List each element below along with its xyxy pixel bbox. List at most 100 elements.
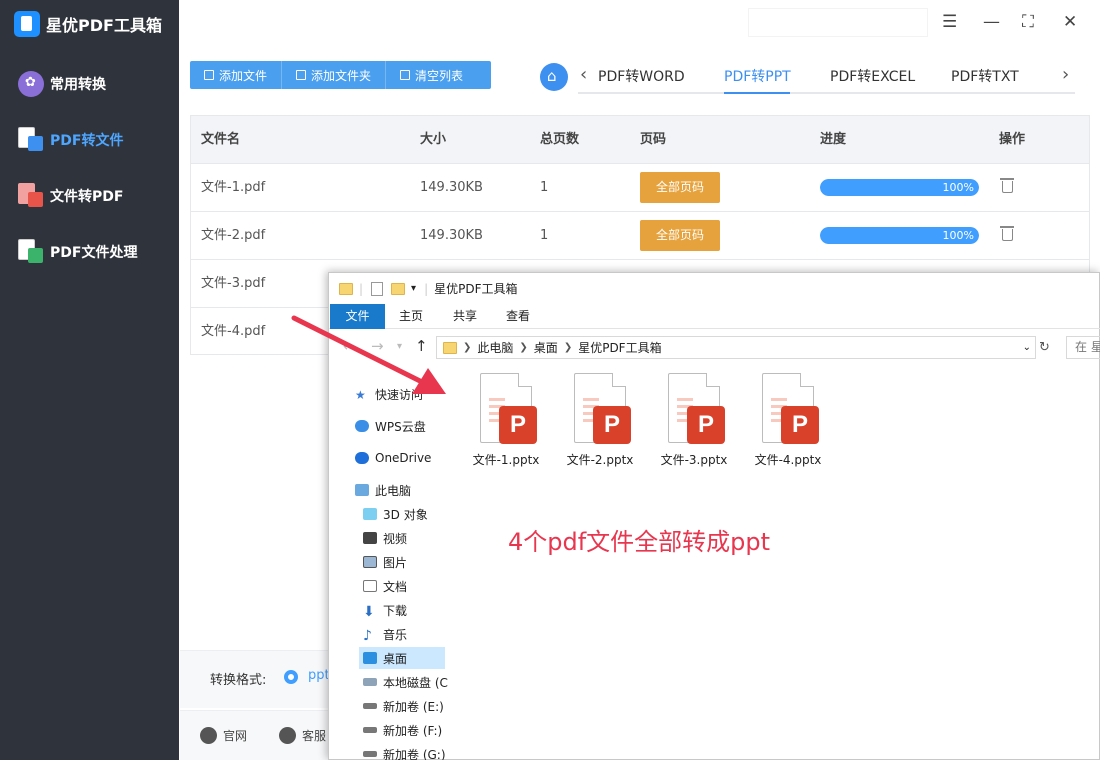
ppt-badge: P bbox=[593, 406, 631, 444]
refresh-icon[interactable]: ↻ bbox=[1039, 340, 1050, 355]
file-label: 文件-1.pptx bbox=[472, 453, 540, 467]
table-row: 文件-2.pdf 149.30KB 1 全部页码 100% bbox=[191, 211, 1089, 259]
customer-service-link[interactable]: 客服 bbox=[279, 727, 326, 744]
clear-list-button[interactable]: 清空列表 bbox=[386, 61, 477, 89]
tab-pdf-to-ppt[interactable]: PDF转PPT bbox=[724, 66, 791, 86]
nav-wps-cloud[interactable]: WPS云盘 bbox=[355, 415, 426, 437]
sidebar-item-label: 常用转换 bbox=[50, 77, 106, 93]
nav-documents[interactable]: 文档 bbox=[363, 575, 407, 597]
pdf-process-icon bbox=[18, 239, 44, 265]
quick-access-dropdown-icon[interactable]: ▾ bbox=[411, 283, 416, 294]
nav-label: 3D 对象 bbox=[383, 507, 428, 522]
sidebar-item-pdf-process[interactable]: PDF文件处理 bbox=[18, 238, 137, 266]
minimize-icon[interactable]: — bbox=[983, 12, 1000, 32]
chat-icon bbox=[279, 727, 296, 744]
sidebar-item-label: 文件转PDF bbox=[50, 189, 124, 205]
table-header: 文件名 大小 总页数 页码 进度 操作 bbox=[191, 116, 1089, 163]
ppt-badge: P bbox=[499, 406, 537, 444]
page-count: 1 bbox=[540, 180, 549, 195]
settings-sliders-icon[interactable]: ☰ bbox=[942, 12, 957, 32]
file-label: 文件-2.pptx bbox=[566, 453, 634, 467]
format-radio-label[interactable]: ppt bbox=[308, 668, 330, 683]
disk-icon bbox=[363, 678, 377, 686]
active-tab-indicator bbox=[724, 92, 790, 94]
nav-onedrive[interactable]: OneDrive bbox=[355, 447, 431, 469]
breadcrumb-this-pc[interactable]: 此电脑 bbox=[477, 339, 513, 356]
address-bar[interactable]: ❯ 此电脑 ❯ 桌面 ❯ 星优PDF工具箱 ⌄ bbox=[436, 336, 1036, 359]
breadcrumb-folder[interactable]: 星优PDF工具箱 bbox=[578, 339, 661, 356]
sidebar-item-common-convert[interactable]: 常用转换 bbox=[18, 70, 106, 98]
sidebar-item-label: PDF转文件 bbox=[50, 133, 124, 149]
file-name: 文件-1.pdf bbox=[201, 180, 266, 195]
video-icon bbox=[363, 532, 377, 544]
conversion-tabs: PDF转WORD PDF转PPT PDF转EXCEL PDF转TXT bbox=[578, 60, 1075, 94]
document-icon bbox=[363, 580, 377, 592]
page-range-button[interactable]: 全部页码 bbox=[640, 172, 720, 203]
ppt-badge: P bbox=[687, 406, 725, 444]
page-range-button[interactable]: 全部页码 bbox=[640, 220, 720, 251]
onedrive-icon bbox=[355, 452, 369, 464]
nav-local-disk-c[interactable]: 本地磁盘 (C bbox=[363, 671, 448, 693]
tab-pdf-to-txt[interactable]: PDF转TXT bbox=[951, 66, 1019, 86]
sidebar: 星优PDF工具箱 常用转换 PDF转文件 文件转PDF PDF文件处理 bbox=[0, 0, 179, 760]
progress-bar: 100% bbox=[820, 179, 979, 196]
picture-icon bbox=[363, 556, 377, 568]
sidebar-item-file-to-pdf[interactable]: 文件转PDF bbox=[18, 182, 123, 210]
home-icon[interactable] bbox=[540, 63, 568, 91]
ribbon-tab-view[interactable]: 查看 bbox=[502, 304, 534, 329]
add-file-button[interactable]: 添加文件 bbox=[190, 61, 283, 89]
nav-music[interactable]: ♪ 音乐 bbox=[363, 623, 407, 645]
new-folder-icon[interactable] bbox=[391, 282, 406, 295]
nav-label: OneDrive bbox=[375, 451, 432, 465]
progress-text: 100% bbox=[942, 229, 974, 242]
delete-icon[interactable] bbox=[1000, 226, 1014, 241]
nav-downloads[interactable]: ⬇ 下载 bbox=[363, 599, 407, 621]
clear-list-label: 清空列表 bbox=[415, 68, 464, 83]
nav-pictures[interactable]: 图片 bbox=[363, 551, 407, 573]
file-tile[interactable]: P 文件-2.pptx bbox=[560, 373, 640, 468]
file-tile[interactable]: P 文件-4.pptx bbox=[748, 373, 828, 468]
pptx-file-icon: P bbox=[480, 373, 537, 444]
tab-pdf-to-word[interactable]: PDF转WORD bbox=[598, 66, 685, 86]
explorer-search-input[interactable]: 在 星 bbox=[1066, 336, 1100, 359]
official-site-link[interactable]: 官网 bbox=[200, 727, 247, 744]
file-tile[interactable]: P 文件-3.pptx bbox=[654, 373, 734, 468]
maximize-icon[interactable]: ⛶ bbox=[1022, 12, 1034, 32]
file-name: 文件-3.pdf bbox=[201, 276, 266, 291]
nav-3d-objects[interactable]: 3D 对象 bbox=[363, 503, 428, 525]
nav-drive-f[interactable]: 新加卷 (F:) bbox=[363, 719, 442, 741]
app-title: 星优PDF工具箱 bbox=[14, 11, 162, 37]
nav-this-pc[interactable]: 此电脑 bbox=[355, 479, 411, 501]
progress-text: 100% bbox=[942, 181, 974, 194]
tab-pdf-to-excel[interactable]: PDF转EXCEL bbox=[830, 66, 915, 86]
file-to-pdf-icon bbox=[18, 183, 44, 209]
file-size: 149.30KB bbox=[420, 228, 483, 243]
close-icon[interactable]: ✕ bbox=[1063, 12, 1077, 32]
file-tile[interactable]: P 文件-1.pptx bbox=[466, 373, 546, 468]
cube-icon bbox=[363, 508, 377, 520]
add-file-label: 添加文件 bbox=[219, 68, 268, 83]
breadcrumb-desktop[interactable]: 桌面 bbox=[534, 339, 558, 356]
nav-drive-g[interactable]: 新加卷 (G:) bbox=[363, 743, 446, 760]
address-dropdown-icon[interactable]: ⌄ bbox=[1023, 342, 1031, 353]
drive-icon bbox=[363, 751, 377, 757]
table-row: 文件-1.pdf 149.30KB 1 全部页码 100% bbox=[191, 163, 1089, 211]
nav-desktop[interactable]: 桌面 bbox=[359, 647, 445, 669]
format-radio-ppt[interactable] bbox=[284, 670, 298, 684]
nav-label: 新加卷 (F:) bbox=[383, 723, 443, 738]
nav-label: 桌面 bbox=[383, 651, 408, 666]
pptx-file-icon: P bbox=[668, 373, 725, 444]
explorer-title: 星优PDF工具箱 bbox=[434, 282, 518, 296]
delete-icon[interactable] bbox=[1000, 178, 1014, 193]
properties-icon[interactable] bbox=[371, 281, 384, 296]
nav-videos[interactable]: 视频 bbox=[363, 527, 407, 549]
title-search-box[interactable] bbox=[748, 8, 928, 37]
pdf-to-file-icon bbox=[18, 127, 44, 153]
sidebar-item-pdf-to-file[interactable]: PDF转文件 bbox=[18, 126, 123, 154]
nav-drive-e[interactable]: 新加卷 (E:) bbox=[363, 695, 444, 717]
nav-label: 图片 bbox=[383, 555, 408, 570]
add-folder-button[interactable]: 添加文件夹 bbox=[282, 61, 387, 89]
file-toolbar: 添加文件 添加文件夹 清空列表 bbox=[190, 61, 491, 89]
globe-icon bbox=[200, 727, 217, 744]
progress-bar: 100% bbox=[820, 227, 979, 244]
